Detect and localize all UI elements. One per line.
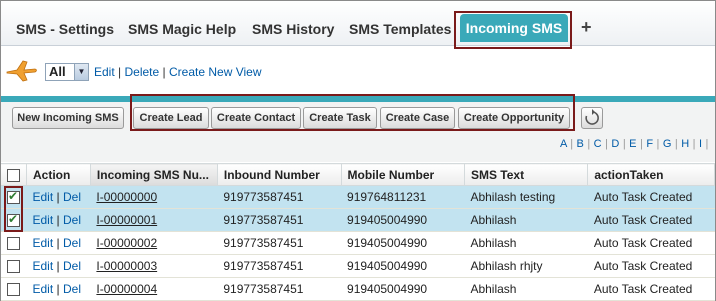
separator: | — [162, 65, 166, 79]
delete-view-link[interactable]: Delete — [125, 65, 160, 79]
sms-text-cell: Abhilash — [464, 277, 588, 301]
table-row[interactable]: Edit | Del I-00000001 919773587451 91940… — [1, 208, 715, 232]
record-name-link[interactable]: I-00000002 — [96, 236, 157, 250]
sms-text-cell: Abhilash — [464, 208, 588, 232]
column-header-name[interactable]: Incoming SMS Nu... — [90, 163, 218, 186]
edit-view-link[interactable]: Edit — [94, 65, 115, 79]
column-header-action-taken[interactable]: actionTaken — [587, 163, 715, 186]
inbound-number-cell: 919773587451 — [217, 277, 342, 301]
table-row[interactable]: Edit | Del I-00000000 919773587451 91976… — [1, 185, 715, 209]
column-header-mobile[interactable]: Mobile Number — [341, 163, 465, 186]
inbound-number-cell: 919773587451 — [217, 254, 342, 278]
sms-text-cell: Abhilash rhjty — [464, 254, 588, 278]
mobile-number-cell: 919405004990 — [341, 231, 465, 255]
edit-link[interactable]: Edit — [33, 259, 54, 273]
column-header-action[interactable]: Action — [26, 163, 91, 186]
checkbox-highlight-box — [4, 186, 23, 232]
tab-highlight-box — [454, 11, 572, 49]
alpha-link[interactable]: G — [663, 138, 672, 150]
view-links: Edit | Delete | Create New View — [94, 65, 261, 79]
refresh-button[interactable] — [581, 107, 603, 129]
action-taken-cell: Auto Task Created — [587, 231, 715, 255]
alpha-link[interactable]: A — [560, 138, 567, 150]
refresh-icon — [585, 109, 599, 125]
tab-bar: SMS - Settings SMS Magic Help SMS Histor… — [1, 1, 715, 46]
mobile-number-cell: 919405004990 — [341, 277, 465, 301]
add-tab-icon[interactable]: + — [581, 17, 592, 38]
inbound-number-cell: 919773587451 — [217, 185, 342, 209]
alpha-link[interactable]: E — [629, 138, 637, 150]
select-all-checkbox[interactable] — [7, 168, 20, 182]
table-row[interactable]: Edit | Del I-00000004 919773587451 91940… — [1, 277, 715, 301]
view-select-value: All — [49, 64, 66, 79]
tab-sms-history[interactable]: SMS History — [252, 21, 334, 37]
table-row[interactable]: Edit | Del I-00000002 919773587451 91940… — [1, 231, 715, 255]
table-header-row: Action Incoming SMS Nu... Inbound Number… — [1, 163, 715, 186]
alphabet-filter: A | B | C | D | E | F | G | H | I | — [560, 138, 709, 150]
del-link[interactable]: Del — [63, 236, 81, 250]
column-header-inbound[interactable]: Inbound Number — [217, 163, 342, 186]
new-incoming-sms-button[interactable]: New Incoming SMS — [12, 107, 124, 129]
mobile-number-cell: 919405004990 — [341, 208, 465, 232]
sms-text-cell: Abhilash — [464, 231, 588, 255]
sms-text-cell: Abhilash testing — [464, 185, 588, 209]
record-name-link[interactable]: I-00000004 — [96, 282, 157, 296]
row-checkbox[interactable] — [7, 283, 20, 297]
inbound-number-cell: 919773587451 — [217, 208, 342, 232]
tab-sms-templates[interactable]: SMS Templates — [349, 21, 451, 37]
action-taken-cell: Auto Task Created — [587, 277, 715, 301]
del-link[interactable]: Del — [63, 213, 81, 227]
record-name-link[interactable]: I-00000003 — [96, 259, 157, 273]
alpha-link[interactable]: F — [646, 138, 653, 150]
records-table: Action Incoming SMS Nu... Inbound Number… — [1, 163, 715, 301]
tab-sms-magic-help[interactable]: SMS Magic Help — [128, 21, 236, 37]
alpha-link[interactable]: I — [699, 138, 702, 150]
row-checkbox[interactable] — [7, 260, 20, 274]
alpha-link[interactable]: D — [611, 138, 619, 150]
action-taken-cell: Auto Task Created — [587, 254, 715, 278]
del-link[interactable]: Del — [63, 259, 81, 273]
record-name-link[interactable]: I-00000000 — [96, 190, 157, 204]
mobile-number-cell: 919405004990 — [341, 254, 465, 278]
edit-link[interactable]: Edit — [33, 236, 54, 250]
alpha-link[interactable]: H — [681, 138, 689, 150]
column-header-sms-text[interactable]: SMS Text — [464, 163, 589, 186]
mobile-number-cell: 919764811231 — [341, 185, 465, 209]
edit-link[interactable]: Edit — [33, 282, 54, 296]
edit-link[interactable]: Edit — [33, 213, 54, 227]
separator: | — [118, 65, 122, 79]
chevron-down-icon[interactable]: ▼ — [74, 64, 88, 80]
del-link[interactable]: Del — [63, 190, 81, 204]
record-name-link[interactable]: I-00000001 — [96, 213, 157, 227]
alpha-link[interactable]: B — [577, 138, 585, 150]
inbound-number-cell: 919773587451 — [217, 231, 342, 255]
alpha-link[interactable]: C — [594, 138, 602, 150]
tab-sms-settings[interactable]: SMS - Settings — [16, 21, 114, 37]
row-checkbox[interactable] — [7, 237, 20, 251]
buttons-highlight-box — [130, 94, 575, 131]
select-all-header — [1, 163, 27, 186]
del-link[interactable]: Del — [63, 282, 81, 296]
action-taken-cell: Auto Task Created — [587, 185, 715, 209]
edit-link[interactable]: Edit — [33, 190, 54, 204]
table-row[interactable]: Edit | Del I-00000003 919773587451 91940… — [1, 254, 715, 278]
view-select[interactable]: All ▼ — [45, 63, 89, 81]
create-new-view-link[interactable]: Create New View — [169, 65, 261, 79]
plane-icon — [6, 60, 37, 82]
action-taken-cell: Auto Task Created — [587, 208, 715, 232]
